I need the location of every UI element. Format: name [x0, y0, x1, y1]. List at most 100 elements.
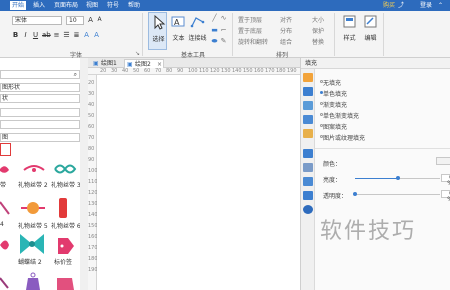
shadow-icon[interactable] [303, 101, 313, 110]
buy-link[interactable]: 购买 [383, 1, 395, 10]
line-style-icon[interactable] [303, 87, 313, 96]
gift-ribbon-4-shape[interactable] [0, 198, 10, 218]
menu-tab-view[interactable]: 视图 [84, 1, 100, 10]
ribbon-separator [383, 13, 384, 56]
transparency-slider[interactable] [353, 192, 440, 196]
rotate-flip-button[interactable]: 旋转和翻转 [238, 37, 268, 46]
pencil-icon[interactable]: ✎ [220, 37, 227, 45]
library-category-label: 图形状 [2, 84, 21, 91]
gift-ribbon-3-shape[interactable] [52, 160, 78, 178]
price-tag-shape[interactable] [54, 234, 76, 256]
transparency-slider-knob[interactable] [353, 192, 357, 196]
rectangle-icon[interactable]: ▬ [211, 26, 218, 34]
color-picker[interactable] [436, 157, 450, 165]
share-icon[interactable]: ⤴ [398, 1, 404, 10]
library-scrollbar[interactable] [80, 58, 88, 290]
grow-font-icon[interactable]: A [87, 16, 94, 24]
menu-tab-insert[interactable]: 插入 [31, 1, 47, 10]
tab-drawing-1[interactable]: ▣ 绘图1 [91, 59, 121, 68]
align-icon[interactable]: ≣ [73, 31, 80, 39]
fill-option-gradient[interactable]: 渐变填充 [323, 100, 347, 109]
menu-tab-page-layout[interactable]: 页面布局 [52, 1, 80, 10]
transparency-value-input[interactable]: 0 % [441, 190, 450, 203]
distribute-button[interactable]: 分布 [280, 26, 292, 35]
tag-1-shape[interactable] [0, 272, 10, 290]
curve-icon[interactable]: ∿ [220, 14, 227, 22]
library-category-row[interactable] [0, 120, 80, 129]
strike-icon[interactable]: ab [42, 31, 51, 39]
numbering-icon[interactable]: ☰ [63, 31, 70, 39]
font-dialog-launcher-icon[interactable]: ↘ [135, 50, 140, 57]
ruler-number: 70 [88, 135, 95, 141]
menu-tab-help[interactable]: 帮助 [126, 1, 142, 10]
edit-button[interactable]: 编辑 [361, 12, 380, 50]
ruler-number: 40 [122, 68, 129, 74]
tag-2-shape[interactable] [22, 270, 44, 290]
align-button[interactable]: 对齐 [280, 15, 292, 24]
help-icon[interactable]: ⌃ [438, 1, 443, 10]
layer-icon[interactable] [303, 149, 313, 158]
select-tool-button[interactable]: 选择 [148, 12, 167, 50]
brightness-slider[interactable] [355, 176, 440, 180]
fill-icon[interactable] [303, 73, 313, 82]
library-category-label: 状 [2, 95, 9, 102]
attachment-icon[interactable] [303, 177, 313, 186]
size-button[interactable]: 大小 [312, 15, 324, 24]
text-tool-button[interactable]: A 文本 [169, 12, 188, 50]
gift-ribbon-2-shape[interactable] [22, 162, 46, 178]
group-button[interactable]: 组合 [280, 37, 292, 46]
send-to-back-button[interactable]: 置于底层 [238, 26, 262, 35]
login-link[interactable]: 登录 [420, 1, 432, 10]
fill-option-pattern[interactable]: 图案填充 [323, 122, 347, 131]
shape-label: 4 [0, 221, 4, 228]
search-icon[interactable]: ⌕ [74, 71, 77, 78]
ruler-number: 80 [88, 146, 95, 152]
library-category-row[interactable]: 状 [0, 94, 80, 103]
font-color-icon[interactable]: A [93, 31, 100, 39]
gift-ribbon-6-shape[interactable] [56, 196, 70, 220]
fill-option-none[interactable]: 无填充 [323, 78, 341, 87]
library-category-row[interactable] [0, 108, 80, 117]
fill-option-single-gradient[interactable]: 单色渐变填充 [323, 111, 359, 120]
menu-tab-symbol[interactable]: 符号 [105, 1, 121, 10]
menu-tab-home[interactable]: 开始 [10, 1, 27, 10]
protect-button[interactable]: 保护 [312, 26, 324, 35]
library-search-input[interactable]: ⌕ [0, 70, 80, 79]
text-color-icon[interactable]: A [83, 31, 90, 39]
drawing-canvas[interactable] [97, 75, 300, 290]
style-button[interactable]: 样式 [340, 12, 359, 50]
bullets-icon[interactable]: ≡ [53, 31, 60, 39]
underline-icon[interactable]: U [32, 31, 39, 39]
bold-icon[interactable]: B [12, 31, 19, 39]
picture-icon[interactable] [303, 115, 313, 124]
connector-tool-button[interactable]: 连接线 [188, 12, 207, 50]
font-size-select[interactable]: 10 [66, 16, 84, 25]
replace-button[interactable]: 替换 [312, 37, 324, 46]
bow-2-shape[interactable] [18, 232, 46, 256]
bow-1-shape[interactable] [0, 234, 10, 256]
font-name-select[interactable]: 宋体 [12, 16, 62, 25]
brightness-value-input[interactable]: 0 % [441, 174, 450, 187]
gift-ribbon-5-shape[interactable] [19, 198, 47, 218]
brightness-slider-knob[interactable] [395, 176, 400, 180]
comment-icon[interactable] [303, 191, 313, 200]
hyperlink-icon[interactable] [303, 163, 313, 172]
library-category-row[interactable]: 图 [0, 133, 80, 142]
gift-ribbon-1-shape[interactable] [0, 161, 10, 179]
ellipse-icon[interactable]: ⬬ [211, 37, 218, 45]
tab-drawing-2[interactable]: ▣ 绘图2 × [124, 59, 164, 68]
fill-option-solid[interactable]: 单色填充 [323, 89, 347, 98]
line-icon[interactable]: ╱ [211, 14, 218, 22]
selected-shape-frame[interactable] [0, 143, 11, 156]
fill-option-picture[interactable]: 图片或纹理填充 [323, 133, 365, 142]
position-icon[interactable] [303, 129, 313, 138]
bring-to-front-button[interactable]: 置于顶层 [238, 15, 262, 24]
italic-icon[interactable]: I [22, 31, 29, 39]
polyline-icon[interactable]: ⌐ [220, 26, 227, 34]
ruler-number: 50 [88, 113, 95, 119]
shrink-font-icon[interactable]: A [96, 16, 103, 24]
help-icon[interactable] [303, 205, 313, 214]
library-category-row[interactable]: 图形状 [0, 83, 80, 92]
tag-3-shape[interactable] [54, 270, 76, 290]
ruler-number: 130 [221, 68, 231, 74]
